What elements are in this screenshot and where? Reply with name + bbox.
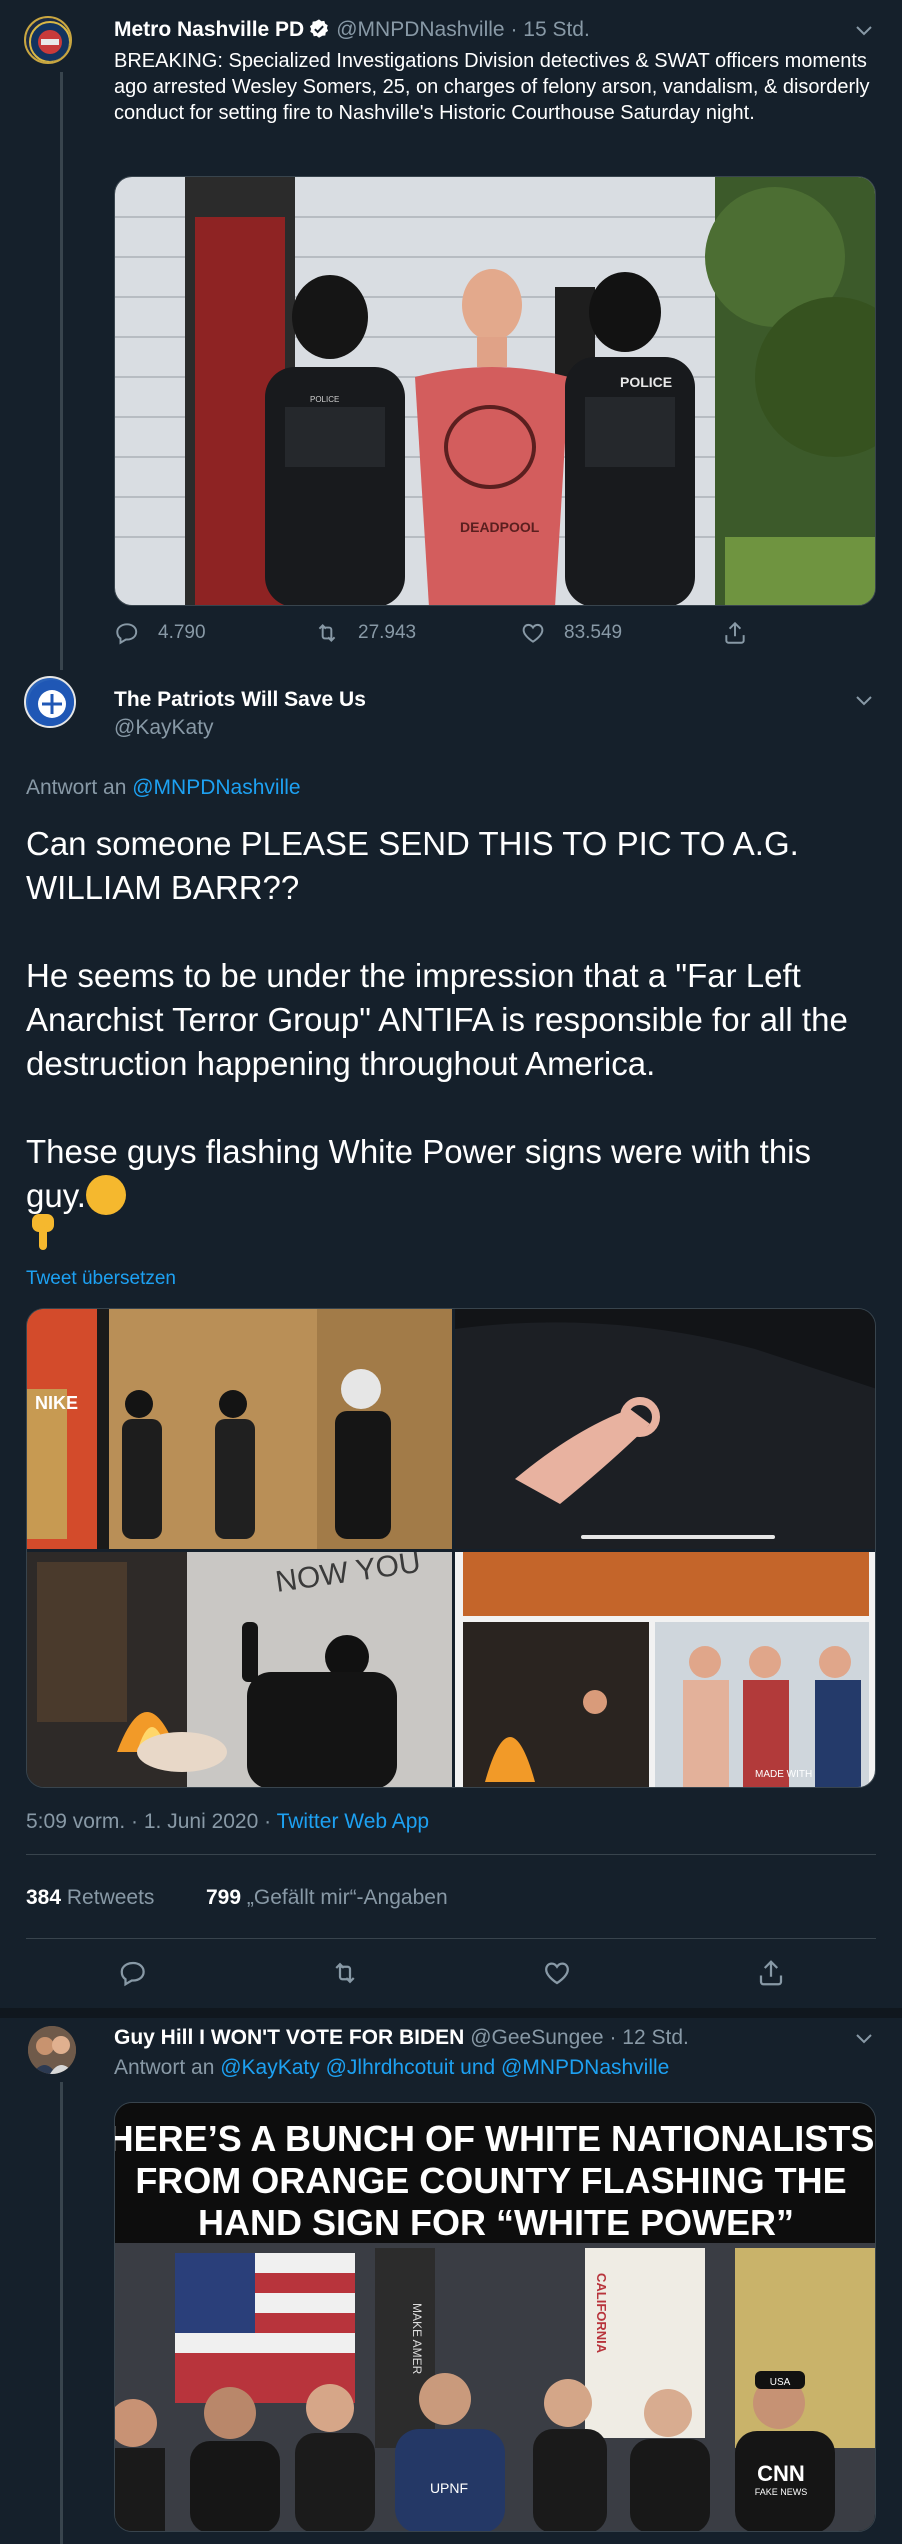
retweet-icon: [318, 624, 336, 642]
heart-icon[interactable]: [542, 1958, 572, 1988]
tweet-photo[interactable]: POLICE POLICE DEADPOOL: [114, 176, 876, 606]
share-icon[interactable]: [756, 1958, 786, 1988]
thread-line: [60, 2082, 63, 2544]
grid-image-collage[interactable]: MADE WITH: [455, 1552, 875, 1787]
arrest-photo: POLICE POLICE DEADPOOL: [115, 177, 875, 605]
handle[interactable]: @GeeSungee: [470, 2026, 603, 2049]
retweet-stat[interactable]: 384 Retweets: [26, 1886, 154, 1910]
avatar[interactable]: [24, 676, 76, 728]
vest-label-right: POLICE: [620, 374, 672, 390]
tweet-meta: 5:09 vorm. · 1. Juni 2020 · Twitter Web …: [26, 1810, 429, 1834]
display-name[interactable]: The Patriots Will Save Us: [114, 688, 366, 711]
retweet-icon[interactable]: [330, 1958, 360, 1988]
chevron-down-icon[interactable]: [852, 18, 876, 42]
like-button[interactable]: 83.549: [520, 620, 622, 646]
share-icon[interactable]: [722, 620, 748, 646]
reply-prefix: Antwort an: [114, 2056, 215, 2079]
display-name[interactable]: Guy Hill I WON'T VOTE FOR BIDEN: [114, 2026, 464, 2049]
shirt-text: UPNF: [430, 2480, 468, 2496]
vest-label-left: POLICE: [310, 395, 339, 404]
reply-icon: [116, 623, 138, 645]
tweet-text: Can someone PLEASE SEND THIS TO PIC TO A…: [26, 822, 876, 1218]
timestamp[interactable]: · 15 Std.: [510, 18, 589, 41]
avatar[interactable]: [24, 16, 72, 64]
grid-image-masked-group[interactable]: NIKE: [27, 1309, 452, 1549]
reply-context: Antwort an @MNPDNashville: [26, 776, 301, 800]
divider: [26, 1854, 876, 1855]
cnn-subtext: FAKE NEWS: [755, 2487, 808, 2497]
handle[interactable]: @KayKaty: [114, 716, 214, 739]
divider: [0, 2008, 902, 2018]
tweet-photo[interactable]: HERE’S A BUNCH OF WHITE NATIONALISTS FRO…: [114, 2102, 876, 2532]
retweet-stat-label: Retweets: [66, 1886, 155, 1909]
police-badge-icon: [29, 21, 70, 62]
translate-link[interactable]: Tweet übersetzen: [26, 1268, 176, 1290]
tweet-paragraph: Can someone PLEASE SEND THIS TO PIC TO A…: [26, 825, 799, 906]
shirt-text: DEADPOOL: [460, 519, 540, 535]
grid-image-hand-sign[interactable]: [455, 1309, 875, 1549]
retweet-count: 27.943: [358, 622, 417, 643]
angry-face-emoji-icon: [85, 1175, 126, 1215]
retweet-stat-count: 384: [26, 1886, 62, 1909]
tweet-text: BREAKING: Specialized Investigations Div…: [114, 50, 870, 124]
like-stat-label: „Gefällt mir“-Angaben: [246, 1886, 448, 1909]
reply-to-link[interactable]: @MNPDNashville: [132, 776, 300, 799]
reply-prefix: Antwort an: [26, 776, 127, 799]
verified-badge-icon: [310, 19, 329, 38]
thread-line: [60, 72, 63, 670]
tweet-source[interactable]: Twitter Web App: [277, 1810, 430, 1833]
divider: [26, 1938, 876, 1939]
like-stat[interactable]: 799 „Gefällt mir“-Angaben: [206, 1886, 448, 1910]
tweet-timestamp[interactable]: 5:09 vorm. · 1. Juni 2020 ·: [26, 1810, 271, 1833]
reply-count: 4.790: [158, 622, 206, 643]
chevron-down-icon[interactable]: [852, 2026, 876, 2050]
avatar[interactable]: [28, 2026, 76, 2074]
timestamp[interactable]: · 12 Std.: [609, 2026, 688, 2049]
heart-icon: [522, 623, 544, 643]
like-count: 83.549: [564, 622, 623, 643]
vote-blue-logo-icon: [28, 680, 74, 726]
reply-button[interactable]: 4.790: [114, 620, 206, 646]
collage-watermark: MADE WITH: [755, 1769, 812, 1780]
reply-to-links[interactable]: @KayKaty @Jlhrdhcotuit und @MNPDNashvill…: [220, 2056, 669, 2079]
flag-text: CALIFORNIA: [594, 2273, 609, 2354]
banner-text: MAKE AMER: [410, 2303, 424, 2375]
white-nationalists-meme: HERE’S A BUNCH OF WHITE NATIONALISTS FRO…: [115, 2103, 876, 2531]
like-stat-count: 799: [206, 1886, 242, 1909]
grid-image-fire-wall[interactable]: NOW YOU: [27, 1552, 452, 1787]
meme-headline: HERE’S A BUNCH OF WHITE NATIONALISTS FRO…: [115, 2118, 876, 2243]
tweet-paragraph: He seems to be under the impression that…: [26, 957, 848, 1082]
reply-context: Antwort an @KayKaty @Jlhrdhcotuit und @M…: [114, 2056, 669, 2080]
display-name[interactable]: Metro Nashville PD: [114, 18, 304, 41]
pointing-down-emoji-icon: [26, 1212, 60, 1257]
reply-icon[interactable]: [118, 1958, 148, 1988]
nike-sign: NIKE: [35, 1393, 78, 1413]
image-grid: NIKE NOW YOU MADE WITH: [26, 1308, 876, 1788]
tweet-metro-nashville[interactable]: Metro Nashville PD @MNPDNashville · 15 St…: [0, 0, 902, 670]
handle[interactable]: @MNPDNashville: [336, 18, 504, 41]
retweet-button[interactable]: 27.943: [314, 620, 416, 646]
cnn-text: CNN: [757, 2461, 805, 2486]
cap-text: USA: [770, 2377, 791, 2388]
chevron-down-icon[interactable]: [852, 688, 876, 712]
tweet-paragraph: These guys flashing White Power signs we…: [26, 1133, 812, 1214]
user-photo-icon: [28, 2026, 76, 2074]
